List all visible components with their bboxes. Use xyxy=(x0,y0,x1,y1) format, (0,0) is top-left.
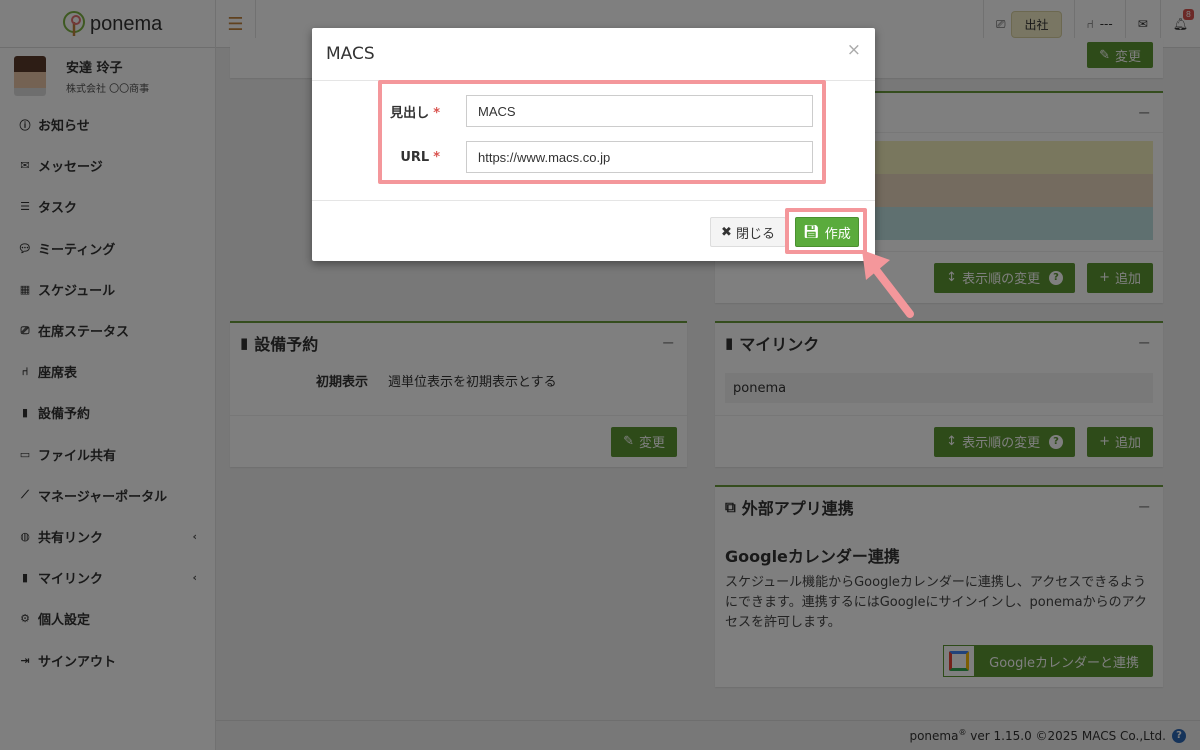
heading-label: 見出し * xyxy=(390,105,440,121)
close-icon: ✖ xyxy=(721,224,732,240)
url-input[interactable] xyxy=(466,141,813,173)
save-icon: 💾︎ xyxy=(803,224,820,240)
highlight-arrow-icon xyxy=(862,250,914,318)
heading-form-row: 見出し * xyxy=(340,95,813,127)
heading-input[interactable] xyxy=(466,95,813,127)
required-mark: * xyxy=(433,105,440,121)
modal-footer: ✖ 閉じる 💾︎ 作成 xyxy=(312,200,875,261)
modal-title: MACS xyxy=(312,28,875,81)
create-button[interactable]: 💾︎ 作成 xyxy=(795,217,859,247)
close-icon[interactable]: × xyxy=(847,40,861,60)
close-button[interactable]: ✖ 閉じる xyxy=(710,217,786,247)
required-mark: * xyxy=(433,149,440,165)
url-form-row: URL * xyxy=(340,141,813,173)
url-label: URL * xyxy=(400,149,440,165)
create-link-modal: MACS × 見出し* URL* ✖閉じる 💾︎作成 xyxy=(312,28,875,261)
